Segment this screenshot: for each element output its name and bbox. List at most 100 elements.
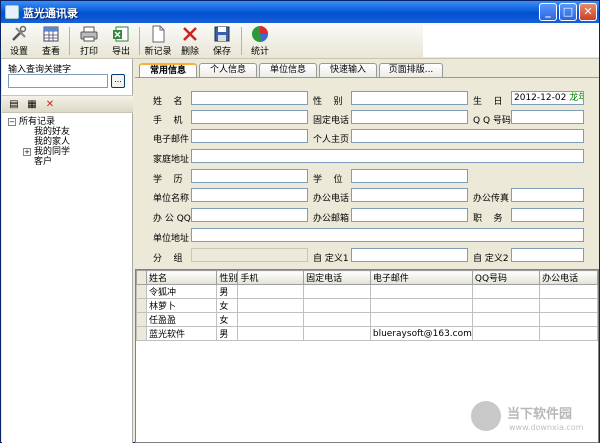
column-header[interactable]: 手机: [237, 270, 305, 285]
cell-mobile[interactable]: [237, 312, 305, 327]
job-title-label: 职 务: [473, 214, 503, 224]
name-field[interactable]: [191, 91, 308, 105]
new-record-button[interactable]: 新记录: [143, 24, 173, 58]
cell-email[interactable]: [369, 298, 473, 313]
gender-field[interactable]: [351, 91, 468, 105]
edit-group-icon[interactable]: ▦: [26, 99, 38, 111]
cell-email[interactable]: blueraysoft@163.com: [369, 326, 473, 341]
cell-name[interactable]: 林萝卜: [145, 298, 218, 313]
cell-gender[interactable]: 女: [216, 298, 239, 313]
office-qq-field[interactable]: [191, 208, 308, 222]
cell-qq[interactable]: [471, 312, 541, 327]
export-button[interactable]: 导出: [107, 24, 135, 58]
cell-mobile[interactable]: [237, 298, 305, 313]
company-address-field[interactable]: [191, 228, 584, 242]
cell-phone[interactable]: [303, 284, 371, 299]
table-row[interactable]: 令狐冲 男: [136, 284, 598, 299]
tree-node-clients[interactable]: 客户: [8, 157, 70, 167]
company-field[interactable]: [191, 188, 308, 202]
cell-office-phone[interactable]: [539, 326, 598, 341]
mobile-field[interactable]: [191, 110, 308, 124]
cell-phone[interactable]: [303, 312, 371, 327]
mobile-label: 手 机: [153, 116, 183, 126]
cell-office-phone[interactable]: [539, 284, 598, 299]
column-header[interactable]: QQ号码: [471, 270, 541, 285]
tab-personal[interactable]: 个人信息: [199, 63, 257, 77]
view-button[interactable]: 查看: [37, 24, 65, 58]
tab-company[interactable]: 单位信息: [259, 63, 317, 77]
table-row[interactable]: 任盈盈 女: [136, 312, 598, 327]
homepage-field[interactable]: [351, 129, 584, 143]
cell-gender[interactable]: 男: [216, 284, 239, 299]
column-header[interactable]: 电子邮件: [369, 270, 473, 285]
expand-icon[interactable]: +: [23, 148, 31, 156]
qq-label: Q Q 号码: [473, 116, 511, 126]
tree-node-friends[interactable]: 我的好友: [8, 127, 70, 137]
column-header[interactable]: 姓名: [145, 270, 218, 285]
cell-email[interactable]: [369, 312, 473, 327]
cell-phone[interactable]: [303, 298, 371, 313]
cell-qq[interactable]: [471, 284, 541, 299]
row-selector[interactable]: [136, 312, 147, 327]
tab-common[interactable]: 常用信息: [139, 63, 197, 78]
cell-name[interactable]: 任盈盈: [145, 312, 218, 327]
cell-mobile[interactable]: [237, 326, 305, 341]
qq-field[interactable]: [511, 110, 584, 124]
remove-group-icon[interactable]: ✕: [44, 99, 56, 111]
row-selector[interactable]: [136, 298, 147, 313]
search-input[interactable]: [8, 74, 108, 88]
custom2-field[interactable]: [511, 248, 584, 262]
office-email-field[interactable]: [351, 208, 468, 222]
search-button[interactable]: ...: [111, 74, 125, 88]
column-header[interactable]: 性别: [216, 270, 239, 285]
office-fax-field[interactable]: [511, 188, 584, 202]
cell-office-phone[interactable]: [539, 312, 598, 327]
collapse-icon[interactable]: −: [8, 118, 16, 126]
company-address-label: 单位地址: [153, 234, 190, 244]
cell-qq[interactable]: [471, 326, 541, 341]
maximize-button[interactable]: □: [559, 3, 577, 21]
stats-button[interactable]: 统计: [247, 24, 273, 58]
add-group-icon[interactable]: ▤: [8, 99, 20, 111]
birthday-field[interactable]: 2012-12-02 龙年十: [511, 91, 584, 105]
tree-node-root[interactable]: − 所有记录: [8, 117, 70, 127]
home-address-field[interactable]: [191, 149, 584, 163]
minimize-button[interactable]: _: [539, 3, 557, 21]
group-field: [191, 248, 308, 262]
cell-office-phone[interactable]: [539, 298, 598, 313]
settings-button[interactable]: 设置: [5, 24, 33, 58]
delete-button[interactable]: 删除: [177, 24, 203, 58]
print-button[interactable]: 打印: [75, 24, 103, 58]
home-phone-field[interactable]: [351, 110, 468, 124]
row-selector[interactable]: [136, 326, 147, 341]
office-phone-field[interactable]: [351, 188, 468, 202]
table-header-row: 姓名 性别 手机 固定电话 电子邮件 QQ号码 办公电话: [136, 270, 598, 285]
column-header[interactable]: 固定电话: [303, 270, 371, 285]
custom2-label: 自 定义2: [473, 254, 509, 264]
education-field[interactable]: [191, 169, 308, 183]
cell-qq[interactable]: [471, 298, 541, 313]
close-button[interactable]: ✕: [579, 3, 597, 21]
cell-name[interactable]: 令狐冲: [145, 284, 218, 299]
email-field[interactable]: [191, 129, 308, 143]
table-row[interactable]: 林萝卜 女: [136, 298, 598, 313]
cell-mobile[interactable]: [237, 284, 305, 299]
degree-field[interactable]: [351, 169, 468, 183]
tree-node-classmates[interactable]: + 我的同学: [8, 147, 70, 157]
tree-node-family[interactable]: 我的家人: [8, 137, 70, 147]
table-row[interactable]: 蓝光软件 男 blueraysoft@163.com: [136, 326, 598, 341]
job-title-field[interactable]: [511, 208, 584, 222]
column-header[interactable]: 办公电话: [539, 270, 598, 285]
cell-gender[interactable]: 男: [216, 326, 239, 341]
contact-form: 姓 名 性 别 生 日 2012-12-02 龙年十 手 机 固定电话 Q Q …: [135, 77, 599, 267]
save-button[interactable]: 保存: [209, 24, 235, 58]
cell-name[interactable]: 蓝光软件: [145, 326, 218, 341]
cell-gender[interactable]: 女: [216, 312, 239, 327]
cell-phone[interactable]: [303, 326, 371, 341]
custom1-field[interactable]: [351, 248, 468, 262]
cell-email[interactable]: [369, 284, 473, 299]
gender-label: 性 别: [313, 97, 343, 107]
tab-page-layout[interactable]: 页面排版...: [379, 63, 443, 77]
tab-quick-input[interactable]: 快速输入: [319, 63, 377, 77]
row-selector[interactable]: [136, 284, 147, 299]
